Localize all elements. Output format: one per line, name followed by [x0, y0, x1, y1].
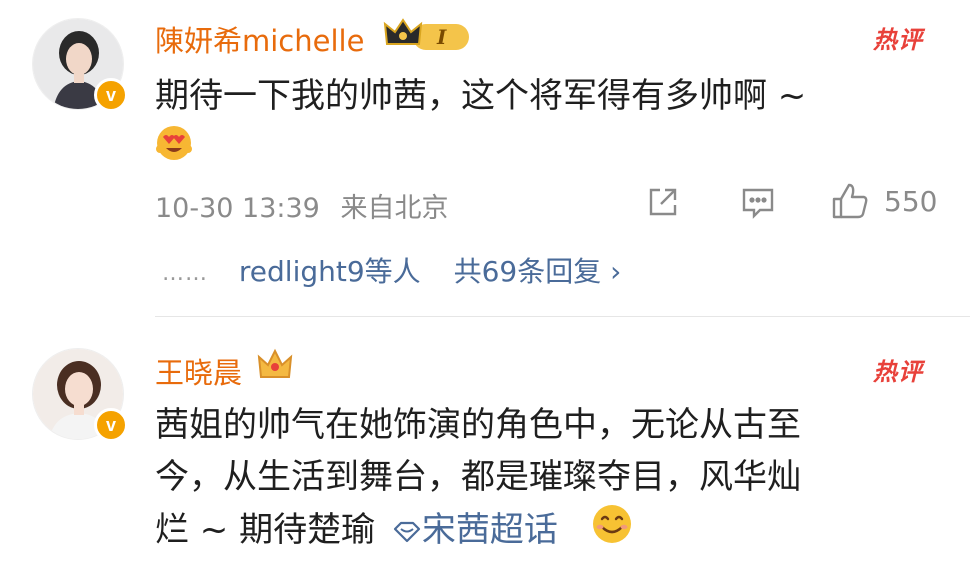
badge-level: I — [436, 25, 447, 49]
location: 来自北京 — [340, 193, 449, 224]
reply-count-link[interactable]: 共69条回复 › — [454, 255, 622, 288]
topic-link[interactable]: 宋茜超话 — [386, 510, 569, 550]
avatar[interactable]: v — [32, 18, 128, 112]
comment-2: v 王晓晨 热评 茜姐的帅气在她饰演的角色中，无论从古至 今，从生活到舞台，都是… — [0, 317, 970, 581]
topic-icon — [393, 521, 421, 542]
like-icon — [832, 183, 868, 219]
share-icon — [649, 188, 677, 216]
share-button[interactable] — [645, 184, 681, 220]
comment-text-line: 期待一下我的帅茜，这个将军得有多帅啊 ~ — [155, 76, 807, 116]
timestamp: 10-30 13:39 — [155, 193, 320, 224]
verified-badge: v — [94, 408, 128, 442]
comment-text-line: 今，从生活到舞台，都是璀璨夺目，风华灿 — [155, 457, 801, 497]
comment-1: v 陳妍希michelle I 热评 期待一下我的帅茜，这个将军得有多帅啊 ~ … — [0, 0, 970, 316]
heart-eyes-emoji — [155, 124, 193, 166]
crown-badge — [257, 347, 293, 387]
reply-dots: …… — [162, 260, 208, 286]
comment-text: 茜姐的帅气在她饰演的角色中，无论从古至 今，从生活到舞台，都是璀璨夺目，风华灿 … — [155, 399, 955, 560]
verified-badge: v — [94, 78, 128, 112]
hot-comment-label: 热评 — [873, 26, 923, 54]
username[interactable]: 陳妍希michelle — [155, 18, 364, 60]
comment-button[interactable] — [740, 184, 776, 220]
crown-badge: I — [383, 14, 473, 58]
smile-emoji — [591, 503, 633, 560]
like-button[interactable]: 550 — [830, 181, 937, 221]
comment-text: 期待一下我的帅茜，这个将军得有多帅啊 ~ — [155, 70, 806, 122]
like-count: 550 — [884, 184, 938, 218]
topic-label[interactable]: 宋茜超话 — [422, 510, 558, 550]
comment-meta: 10-30 13:39 来自北京 — [155, 186, 448, 225]
hot-comment-label: 热评 — [873, 358, 923, 386]
comment-text-line-3: 烂 ~ 期待楚瑜 宋茜超话 — [155, 503, 955, 560]
reply-authors[interactable]: redlight9等人 — [239, 255, 421, 288]
reply-preview[interactable]: …… redlight9等人 共69条回复 › — [162, 250, 621, 290]
username[interactable]: 王晓晨 — [155, 350, 242, 392]
comment-text-prefix: 烂 ~ 期待楚瑜 — [155, 510, 376, 550]
comment-text-line: 茜姐的帅气在她饰演的角色中，无论从古至 — [155, 405, 801, 445]
comment-icon — [742, 188, 774, 219]
avatar[interactable]: v — [32, 348, 128, 442]
